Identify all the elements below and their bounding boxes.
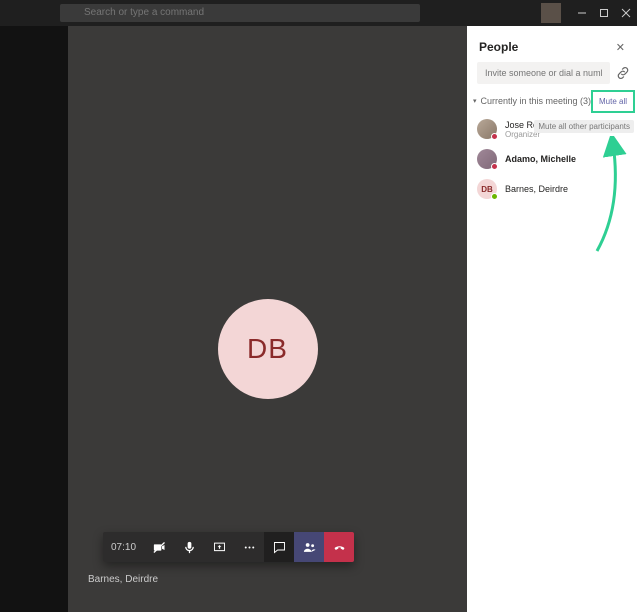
share-screen-button[interactable] [204, 532, 234, 562]
participants-button[interactable] [294, 532, 324, 562]
people-panel-close-button[interactable]: ✕ [616, 41, 625, 54]
copy-link-icon[interactable] [616, 66, 630, 80]
section-currently-in-meeting[interactable]: ▾ Currently in this meeting (3) Mute all [467, 92, 637, 110]
window-close-button[interactable] [615, 0, 637, 26]
participant-item[interactable]: Adamo, Michelle [467, 144, 637, 174]
more-actions-button[interactable] [234, 532, 264, 562]
people-panel-title: People [479, 40, 518, 54]
presence-indicator [491, 163, 498, 170]
invite-input[interactable] [477, 62, 610, 84]
participant-info: Barnes, Deirdre [505, 184, 568, 194]
participant-avatar [477, 149, 497, 169]
participant-avatar: DB [477, 179, 497, 199]
chevron-down-icon: ▾ [473, 97, 477, 105]
participant-item[interactable]: DB Barnes, Deirdre [467, 174, 637, 204]
participant-name: Barnes, Deirdre [505, 184, 568, 194]
camera-toggle-button[interactable] [144, 532, 174, 562]
call-control-bar: 07:10 [103, 532, 354, 562]
mute-all-tooltip: Mute all other participants [534, 120, 634, 133]
people-panel: People ✕ ▾ Currently in this meeting (3)… [467, 26, 637, 612]
title-bar [0, 0, 637, 26]
chat-button[interactable] [264, 532, 294, 562]
hangup-button[interactable] [324, 532, 354, 562]
meeting-stage: DB 07:10 Barnes, [68, 26, 467, 612]
presence-indicator [491, 133, 498, 140]
current-user-avatar[interactable] [541, 3, 561, 23]
window-minimize-button[interactable] [571, 0, 593, 26]
call-timer: 07:10 [103, 532, 144, 562]
mic-toggle-button[interactable] [174, 532, 204, 562]
participant-name: Adamo, Michelle [505, 154, 576, 164]
stage-avatar: DB [218, 299, 318, 399]
stage-participant-name: Barnes, Deirdre [88, 574, 158, 585]
participant-avatar [477, 119, 497, 139]
mute-all-button[interactable]: Mute all [591, 90, 635, 113]
app-rail [0, 26, 68, 612]
participant-info: Adamo, Michelle [505, 154, 576, 164]
window-maximize-button[interactable] [593, 0, 615, 26]
search-input[interactable] [60, 4, 420, 22]
presence-indicator [491, 193, 498, 200]
